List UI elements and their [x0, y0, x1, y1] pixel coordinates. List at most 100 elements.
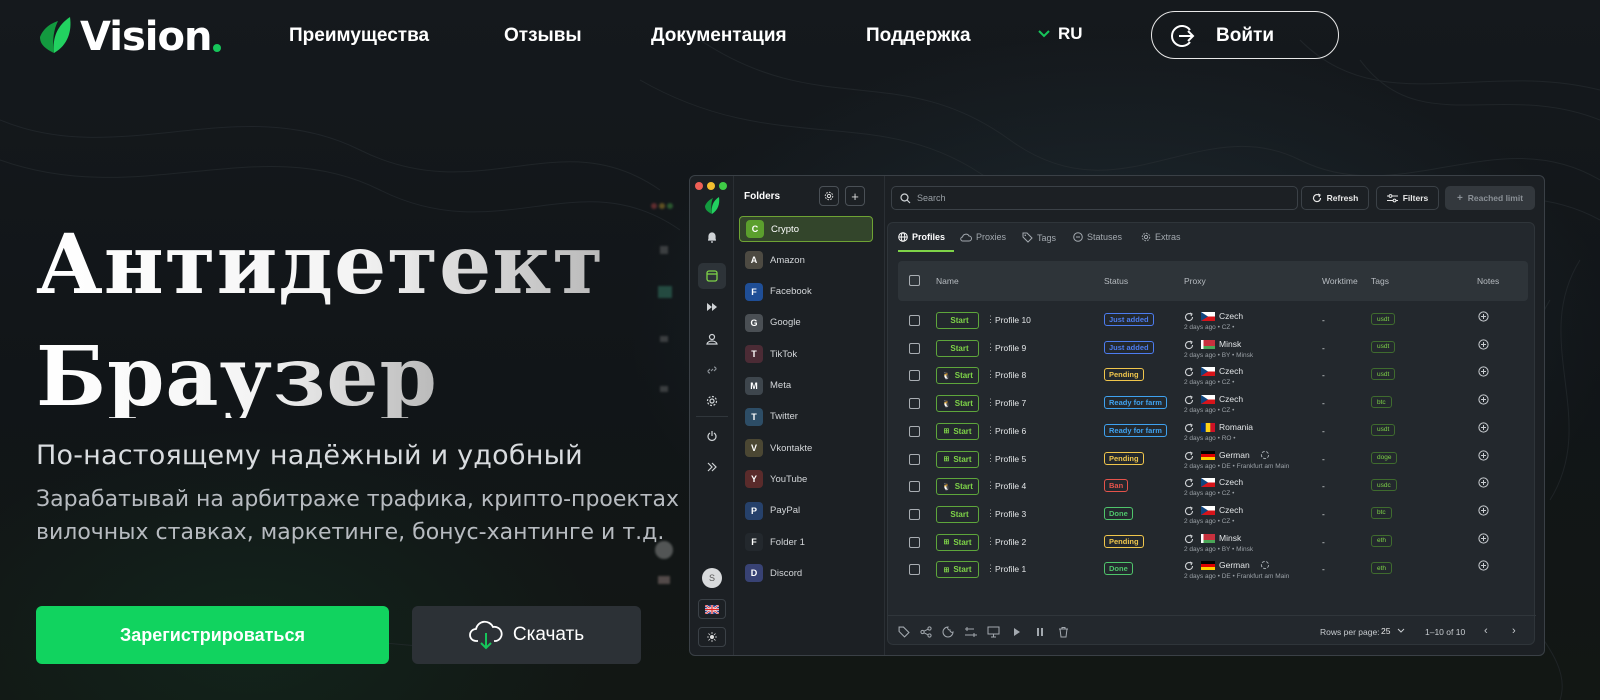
- trash-icon[interactable]: [1058, 626, 1069, 638]
- table-row[interactable]: Start ⋮ Profile 9 Just added Minsk 2 days ago…: [898, 339, 1528, 365]
- folder-item[interactable]: M Meta: [739, 373, 873, 399]
- status-badge[interactable]: Ready for farm: [1104, 423, 1167, 437]
- add-note-icon[interactable]: [1478, 505, 1489, 516]
- status-badge[interactable]: Pending: [1104, 534, 1144, 548]
- row-checkbox[interactable]: [909, 425, 920, 437]
- column-notes[interactable]: Notes: [1477, 276, 1499, 286]
- row-checkbox[interactable]: [909, 481, 920, 493]
- add-note-icon[interactable]: [1478, 394, 1489, 405]
- cookie-icon[interactable]: [942, 626, 954, 638]
- tag-badge[interactable]: btc: [1371, 396, 1392, 409]
- add-note-icon[interactable]: [1478, 532, 1489, 544]
- share-icon[interactable]: [920, 626, 932, 638]
- tag-badge[interactable]: btc: [1371, 506, 1392, 519]
- start-button[interactable]: ⊞ Start: [936, 450, 979, 468]
- swap-icon[interactable]: [1260, 450, 1270, 460]
- column-status[interactable]: Status: [1104, 276, 1128, 286]
- folder-item[interactable]: T TikTok: [739, 341, 873, 367]
- add-folder-button[interactable]: +: [845, 186, 865, 206]
- proxy-refresh-icon[interactable]: [1184, 506, 1194, 516]
- start-button[interactable]: Start: [936, 505, 979, 523]
- add-note-icon[interactable]: [1478, 449, 1489, 461]
- column-worktime[interactable]: Worktime: [1322, 276, 1358, 286]
- proxy-refresh-icon[interactable]: [1184, 534, 1194, 544]
- status-badge[interactable]: Just added: [1104, 340, 1154, 354]
- nav-reviews[interactable]: Отзывы: [504, 25, 582, 47]
- next-page-icon[interactable]: ›: [1512, 625, 1516, 637]
- row-checkbox[interactable]: [909, 536, 920, 548]
- download-button[interactable]: Скачать: [412, 606, 641, 664]
- tag-badge[interactable]: doge: [1371, 451, 1398, 464]
- profile-name[interactable]: Profile 8: [995, 370, 1026, 380]
- tag-badge[interactable]: eth: [1371, 534, 1393, 547]
- column-tags[interactable]: Tags: [1371, 276, 1389, 286]
- proxy-refresh-icon[interactable]: [1184, 340, 1194, 350]
- more-options-icon[interactable]: ⋮: [986, 563, 995, 574]
- start-button[interactable]: 🐧 Start: [936, 395, 979, 413]
- profile-name[interactable]: Profile 2: [995, 537, 1026, 547]
- table-row[interactable]: ⊞ Start ⋮ Profile 2 Pending Minsk 2 days ago •…: [898, 533, 1528, 559]
- profile-name[interactable]: Profile 9: [995, 343, 1026, 353]
- folder-item[interactable]: F Folder 1: [739, 529, 873, 555]
- more-options-icon[interactable]: ⋮: [986, 314, 995, 325]
- proxy-refresh-icon[interactable]: [1184, 395, 1194, 405]
- profile-name[interactable]: Profile 1: [995, 564, 1026, 574]
- profile-name[interactable]: Profile 10: [995, 315, 1031, 325]
- tab-tags[interactable]: Tags: [1022, 232, 1056, 243]
- proxy-refresh-icon[interactable]: [1184, 478, 1194, 488]
- column-proxy[interactable]: Proxy: [1184, 276, 1206, 286]
- folder-item[interactable]: F Facebook: [739, 279, 873, 305]
- profile-name[interactable]: Profile 5: [995, 454, 1026, 464]
- tag-badge[interactable]: usdt: [1371, 313, 1396, 325]
- tab-statuses[interactable]: Statuses: [1073, 232, 1122, 242]
- tab-proxies[interactable]: Proxies: [960, 232, 1006, 242]
- login-button[interactable]: Войти: [1151, 11, 1339, 59]
- table-row[interactable]: Start ⋮ Profile 10 Just added Czech 2 days ag…: [898, 311, 1528, 337]
- add-note-icon[interactable]: [1478, 366, 1489, 377]
- folder-item[interactable]: A Amazon: [739, 247, 873, 273]
- tag-action-icon[interactable]: [898, 626, 910, 638]
- row-checkbox[interactable]: [909, 342, 920, 354]
- prev-page-icon[interactable]: ‹: [1484, 625, 1488, 637]
- profile-name[interactable]: Profile 3: [995, 509, 1026, 519]
- table-row[interactable]: Start ⋮ Profile 3 Done Czech 2 days ago • CZ …: [898, 505, 1528, 531]
- add-note-icon[interactable]: [1478, 422, 1489, 433]
- theme-toggle-icon[interactable]: [698, 627, 726, 647]
- profile-name[interactable]: Profile 6: [995, 426, 1026, 436]
- folder-item[interactable]: P PayPal: [739, 498, 873, 524]
- status-badge[interactable]: Ready for farm: [1104, 396, 1167, 410]
- tag-badge[interactable]: eth: [1371, 562, 1393, 575]
- refresh-button[interactable]: Refresh: [1301, 186, 1369, 210]
- proxy-refresh-icon[interactable]: [1184, 423, 1194, 433]
- status-badge[interactable]: Ban: [1104, 479, 1129, 493]
- start-button[interactable]: ⊞ Start: [936, 561, 979, 579]
- settings-icon[interactable]: [698, 388, 726, 414]
- start-button[interactable]: ⊞ Start: [936, 533, 979, 551]
- more-options-icon[interactable]: ⋮: [986, 369, 995, 380]
- profile-name[interactable]: Profile 4: [995, 481, 1026, 491]
- rows-per-page-select[interactable]: 25: [1381, 626, 1405, 636]
- more-options-icon[interactable]: ⋮: [986, 536, 995, 547]
- start-button[interactable]: 🐧 Start: [936, 478, 979, 496]
- proxy-refresh-icon[interactable]: [1184, 312, 1194, 322]
- status-badge[interactable]: Done: [1104, 562, 1133, 576]
- column-name[interactable]: Name: [936, 276, 959, 286]
- profile-name[interactable]: Profile 7: [995, 398, 1026, 408]
- table-row[interactable]: ⊞ Start ⋮ Profile 5 Pending German 2 days ago …: [898, 450, 1528, 476]
- uk-flag-icon[interactable]: [698, 599, 726, 619]
- nav-documentation[interactable]: Документация: [651, 25, 787, 47]
- folder-item[interactable]: Y YouTube: [739, 466, 873, 492]
- status-badge[interactable]: Pending: [1104, 451, 1144, 465]
- start-button[interactable]: ⊞ Start: [936, 422, 979, 440]
- row-checkbox[interactable]: [909, 453, 920, 465]
- search-input[interactable]: Search: [891, 186, 1298, 210]
- status-badge[interactable]: Pending: [1104, 368, 1144, 382]
- add-note-icon[interactable]: [1478, 560, 1489, 571]
- table-row[interactable]: 🐧 Start ⋮ Profile 7 Ready for farm Czech 2 day…: [898, 394, 1528, 420]
- fast-forward-icon[interactable]: [698, 294, 726, 320]
- status-badge[interactable]: Just added: [1104, 313, 1154, 326]
- nav-advantages[interactable]: Преимущества: [289, 25, 429, 47]
- row-checkbox[interactable]: [909, 370, 920, 382]
- folder-settings-icon[interactable]: [819, 186, 839, 206]
- folder-item[interactable]: G Google: [739, 310, 873, 336]
